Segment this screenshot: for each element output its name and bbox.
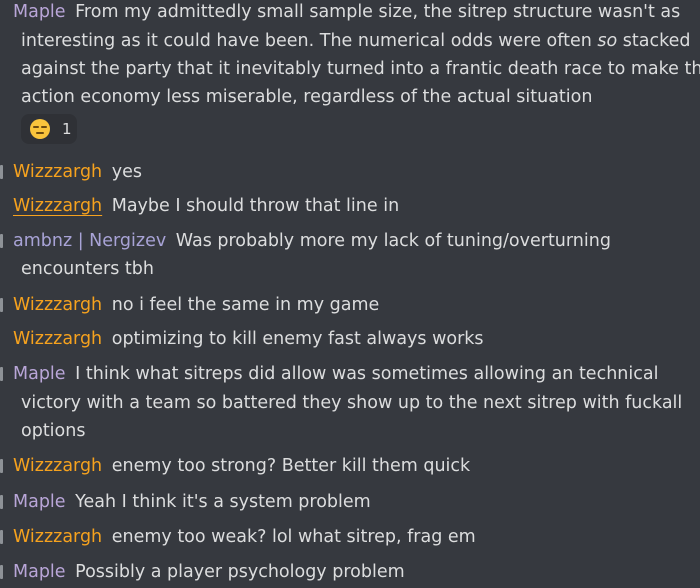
author-name[interactable]: Wizzzargh <box>13 162 102 182</box>
message-text: encounters tbh <box>21 259 154 279</box>
author-name[interactable]: ambnz | Nergizev <box>13 231 166 251</box>
message-text: Was probably more my lack of tuning/over… <box>175 231 611 251</box>
message-text: interesting as it could have been. The n… <box>21 31 592 51</box>
message-text: enemy too weak? lol what sitrep, frag em <box>111 527 476 547</box>
author-name[interactable]: Maple <box>13 2 66 22</box>
message-text-emphasis: so <box>597 31 618 51</box>
message-text: victory with a team so battered they sho… <box>21 393 683 413</box>
message-text: yes <box>111 162 142 182</box>
message-text: Possibly a player psychology problem <box>75 562 405 582</box>
author-name[interactable]: Wizzzargh <box>13 295 102 315</box>
author-name[interactable]: Maple <box>13 562 66 582</box>
message-text: action economy less miserable, regardles… <box>21 87 593 107</box>
message-text: stacked <box>622 31 691 51</box>
reaction-button[interactable]: 1 <box>21 114 77 144</box>
message-text: enemy too strong? Better kill them quick <box>111 456 471 476</box>
message-text: Yeah I think it's a system problem <box>75 492 371 512</box>
pensive-face-icon <box>30 119 50 139</box>
author-name[interactable]: Maple <box>13 492 66 512</box>
message-text: From my admittedly small sample size, th… <box>75 2 681 22</box>
author-name[interactable]: Wizzzargh <box>13 196 102 216</box>
message-text: options <box>21 421 86 441</box>
author-name[interactable]: Wizzzargh <box>13 527 102 547</box>
author-name[interactable]: Maple <box>13 364 66 384</box>
message-text: no i feel the same in my game <box>111 295 380 315</box>
message-text: Maybe I should throw that line in <box>111 196 400 216</box>
message-text: against the party that it inevitably tur… <box>21 59 700 79</box>
author-name[interactable]: Wizzzargh <box>13 329 102 349</box>
reaction-count: 1 <box>62 120 72 138</box>
message-text: I think what sitreps did allow was somet… <box>75 364 659 384</box>
author-name[interactable]: Wizzzargh <box>13 456 102 476</box>
chat-message-list: Maple From my admittedly small sample si… <box>0 0 700 588</box>
message-text: optimizing to kill enemy fast always wor… <box>111 329 484 349</box>
